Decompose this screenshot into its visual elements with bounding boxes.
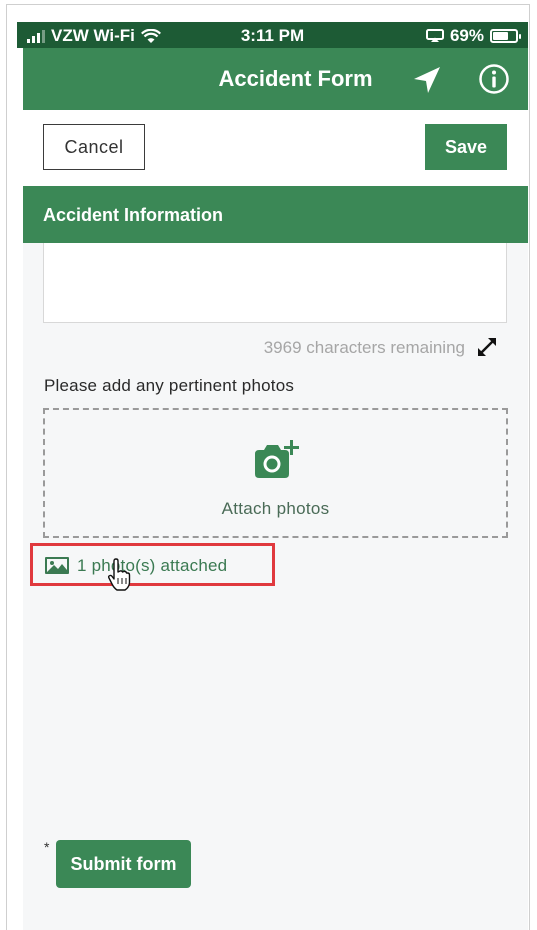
location-arrow-icon[interactable] <box>411 64 443 96</box>
hand-cursor-icon <box>107 558 131 591</box>
page-title: Accident Form <box>218 66 373 91</box>
status-right: 69% <box>425 26 521 46</box>
save-button[interactable]: Save <box>425 124 507 170</box>
attach-photos-label: Attach photos <box>221 499 330 518</box>
expand-arrows-icon[interactable] <box>474 334 500 360</box>
section-header: Accident Information <box>23 186 528 243</box>
photos-prompt: Please add any pertinent photos <box>44 376 295 395</box>
photos-attached-link[interactable]: 1 photo(s) attached <box>30 543 275 586</box>
nav-bar: Accident Form <box>23 48 528 110</box>
status-bar: VZW Wi-Fi 3:11 PM 69% <box>17 22 528 48</box>
info-icon[interactable] <box>478 63 510 95</box>
screen-mirroring-icon <box>425 29 444 42</box>
required-asterisk: * <box>44 839 50 855</box>
description-textarea[interactable] <box>43 243 507 323</box>
battery-percent: 69% <box>449 26 484 45</box>
characters-remaining: 3969 characters remaining <box>263 338 465 357</box>
image-icon <box>45 557 69 574</box>
submit-form-button[interactable]: Submit form <box>56 840 191 888</box>
photos-attached-label: 1 photo(s) attached <box>77 556 228 575</box>
battery-icon <box>490 29 521 43</box>
attach-photos-dropzone[interactable]: Attach photos <box>43 408 508 538</box>
cancel-button[interactable]: Cancel <box>43 124 145 170</box>
camera-add-icon <box>255 440 299 478</box>
battery-fill <box>493 32 508 40</box>
